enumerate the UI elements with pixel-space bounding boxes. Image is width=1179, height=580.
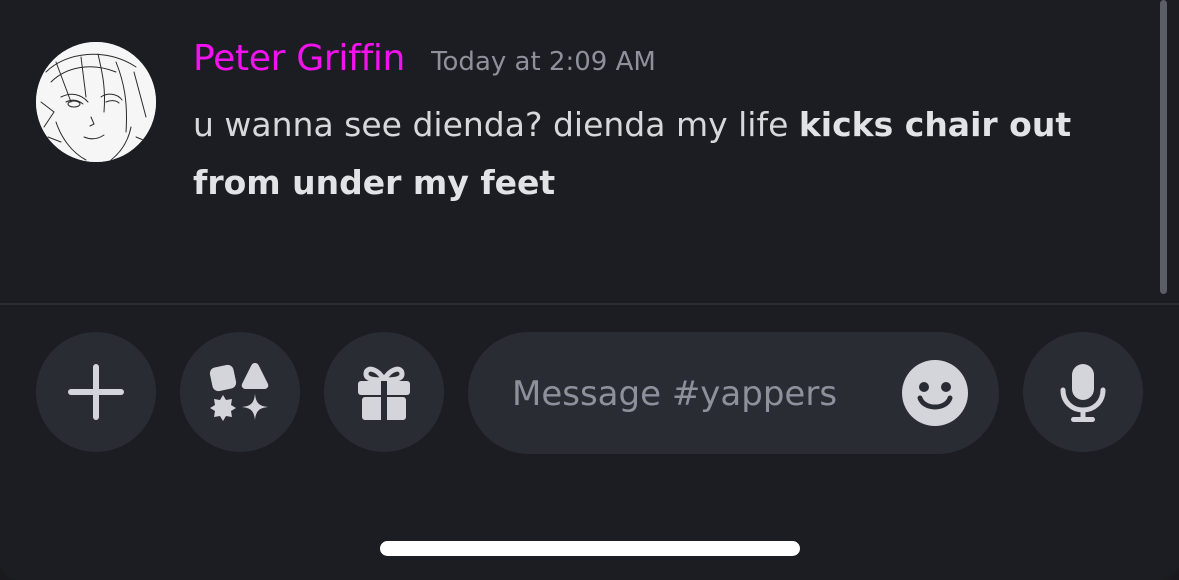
scrollbar[interactable]: [1160, 0, 1167, 294]
apps-shapes-icon: [209, 363, 269, 421]
message-text-plain: u wanna see dienda? dienda my life: [193, 105, 799, 144]
message-timestamp: Today at 2:09 AM: [431, 47, 656, 77]
emoji-button[interactable]: [902, 360, 968, 426]
apps-button[interactable]: [180, 332, 300, 452]
message-input[interactable]: [510, 360, 894, 428]
username[interactable]: Peter Griffin: [193, 38, 405, 79]
microphone-icon: [1060, 364, 1106, 422]
chat-screen: Peter Griffin Today at 2:09 AM u wanna s…: [0, 0, 1179, 580]
voice-message-button[interactable]: [1023, 332, 1143, 452]
gift-button[interactable]: [324, 332, 444, 452]
home-indicator[interactable]: [380, 541, 800, 556]
avatar-sketch-image: [36, 42, 156, 162]
message-header: Peter Griffin Today at 2:09 AM: [193, 38, 656, 88]
avatar[interactable]: [36, 42, 156, 162]
divider: [0, 303, 1179, 305]
smiley-face-icon: [902, 360, 968, 426]
plus-icon: [68, 364, 124, 420]
add-attachment-button[interactable]: [36, 332, 156, 452]
message-text: u wanna see dienda? dienda my life kicks…: [193, 96, 1093, 212]
message-input-container[interactable]: [468, 332, 999, 454]
message-list: Peter Griffin Today at 2:09 AM u wanna s…: [0, 0, 1179, 303]
gift-icon: [358, 366, 410, 420]
